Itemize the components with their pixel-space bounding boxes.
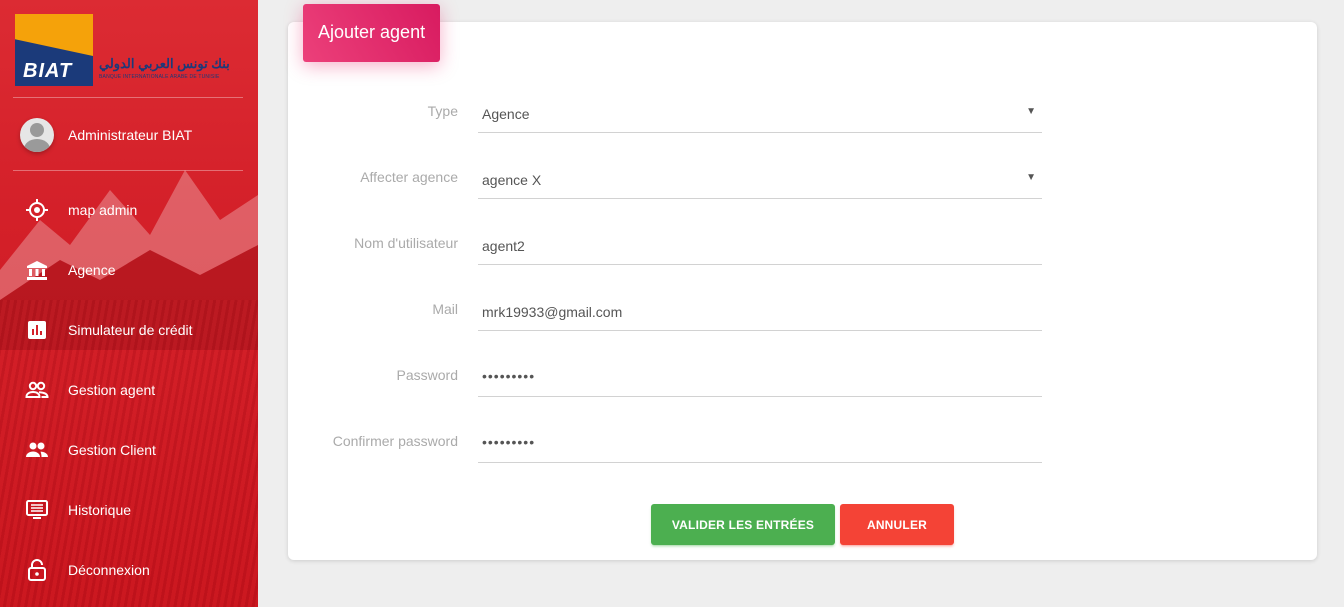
people-icon — [24, 437, 50, 463]
people-outline-icon — [24, 377, 50, 403]
avatar — [20, 118, 54, 152]
user-profile[interactable]: Administrateur BIAT — [20, 117, 192, 153]
form-row-password: Password ••••••••• — [288, 357, 1048, 397]
sidebar-item-historique[interactable]: Historique — [0, 480, 258, 540]
input-value: ••••••••• — [482, 368, 536, 384]
sidebar: BIAT بنك تونس العربي الدولي BANQUE INTER… — [0, 0, 258, 607]
field-label: Nom d'utilisateur — [354, 235, 458, 251]
field-label: Confirmer password — [332, 433, 458, 449]
form-row-username: Nom d'utilisateur agent2 — [288, 225, 1048, 265]
monitor-icon — [24, 497, 50, 523]
biat-logo: BIAT بنك تونس العربي الدولي BANQUE INTER… — [15, 14, 247, 86]
submit-button[interactable]: VALIDER LES ENTRÉES — [651, 504, 835, 545]
sidebar-item-label: Historique — [68, 502, 132, 518]
type-select[interactable]: Agence ▼ — [478, 93, 1042, 133]
field-label: Password — [396, 367, 458, 383]
sidebar-item-label: Déconnexion — [68, 562, 150, 578]
logo-arabic-text: بنك تونس العربي الدولي — [99, 56, 230, 71]
email-input[interactable]: mrk19933@gmail.com — [478, 291, 1042, 331]
caret-down-icon: ▼ — [1026, 172, 1036, 183]
sidebar-item-map-admin[interactable]: map admin — [0, 180, 258, 240]
logo-text: BIAT — [23, 60, 73, 82]
biat-logo-mark: BIAT — [15, 14, 93, 86]
form-row-confirm-password: Confirmer password ••••••••• — [288, 423, 1048, 463]
sidebar-item-label: Gestion agent — [68, 382, 156, 398]
cancel-button[interactable]: ANNULER — [840, 504, 954, 545]
sidebar-item-simulateur[interactable]: Simulateur de crédit — [0, 300, 258, 360]
user-name: Administrateur BIAT — [68, 127, 193, 143]
agence-select[interactable]: agence X ▼ — [478, 159, 1042, 199]
sidebar-item-gestion-client[interactable]: Gestion Client — [0, 420, 258, 480]
sidebar-divider — [13, 170, 243, 171]
sidebar-item-label: map admin — [68, 202, 138, 218]
field-label: Type — [427, 103, 458, 119]
lock-icon — [24, 557, 50, 583]
chart-icon — [24, 317, 50, 343]
sidebar-divider — [13, 97, 243, 98]
input-value: mrk19933@gmail.com — [482, 304, 623, 320]
field-label: Mail — [432, 301, 458, 317]
select-value: Agence — [482, 106, 530, 122]
select-value: agence X — [482, 172, 542, 188]
sidebar-item-label: Simulateur de crédit — [68, 322, 193, 338]
field-label: Affecter agence — [360, 169, 458, 185]
sidebar-item-deconnexion[interactable]: Déconnexion — [0, 540, 258, 600]
username-input[interactable]: agent2 — [478, 225, 1042, 265]
form-row-mail: Mail mrk19933@gmail.com — [288, 291, 1048, 331]
input-value: agent2 — [482, 238, 525, 254]
password-input[interactable]: ••••••••• — [478, 357, 1042, 397]
form-row-type: Type Agence ▼ — [288, 93, 1048, 133]
input-value: ••••••••• — [482, 434, 536, 450]
page-title: Ajouter agent — [303, 4, 440, 62]
sidebar-item-label: Agence — [68, 262, 116, 278]
form-row-agence: Affecter agence agence X ▼ — [288, 159, 1048, 199]
confirm-password-input[interactable]: ••••••••• — [478, 423, 1042, 463]
sidebar-item-agence[interactable]: Agence — [0, 240, 258, 300]
target-icon — [24, 197, 50, 223]
caret-down-icon: ▼ — [1026, 106, 1036, 117]
logo-subtitle: BANQUE INTERNATIONALE ARABE DE TUNISIE — [99, 74, 220, 80]
sidebar-item-gestion-agent[interactable]: Gestion agent — [0, 360, 258, 420]
sidebar-item-label: Gestion Client — [68, 442, 156, 458]
bank-icon — [24, 257, 50, 283]
